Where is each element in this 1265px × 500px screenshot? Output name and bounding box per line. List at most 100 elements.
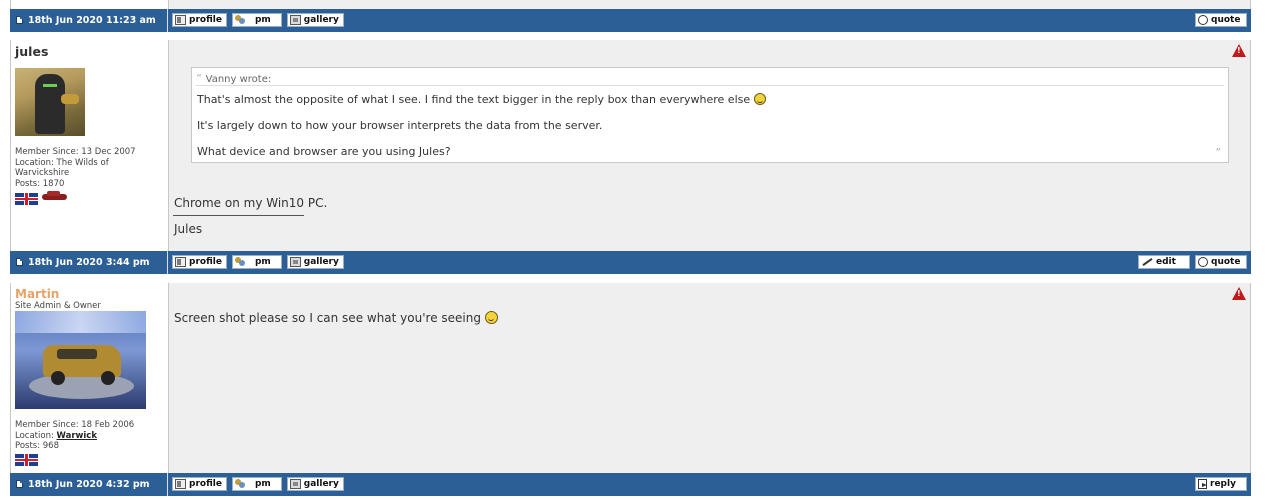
avatar (15, 311, 146, 409)
pm-button[interactable]: pm (231, 477, 282, 491)
quote-line: It's largely down to how your browser in… (197, 119, 603, 132)
post-date-text: 18th Jun 2020 4:32 pm (28, 479, 150, 490)
post-count: Posts: 1870 (15, 178, 65, 189)
previous-post-side (11, 0, 169, 9)
post-date: 18th Jun 2020 11:23 am (10, 9, 168, 32)
quote-button-label: quote (1211, 257, 1241, 267)
reply-icon (1198, 479, 1207, 489)
profile-button[interactable]: profile (172, 13, 227, 27)
pm-button[interactable]: pm (231, 13, 282, 27)
report-warning-icon[interactable] (1232, 287, 1246, 300)
signature-divider (173, 215, 304, 216)
post-link-icon[interactable] (16, 15, 23, 24)
smiley-icon (484, 311, 498, 324)
profile-button-label: profile (189, 479, 222, 489)
author-role: Site Admin & Owner (15, 301, 101, 311)
quote-button[interactable]: quote (1195, 13, 1247, 27)
edit-icon (1141, 257, 1153, 267)
post-link-icon[interactable] (16, 479, 23, 488)
signature: Jules (174, 222, 203, 236)
post-footer-bar: 18th Jun 2020 3:44 pm profile pm gallery… (10, 251, 1251, 274)
profile-button-label: profile (189, 257, 222, 267)
post-date: 18th Jun 2020 4:32 pm (10, 473, 168, 496)
post-text: Chrome on my Win10 PC. (174, 196, 328, 210)
pm-button[interactable]: pm (231, 255, 282, 269)
quote-icon (1198, 257, 1208, 267)
uk-flag-icon (15, 193, 38, 205)
reply-button[interactable]: reply (1195, 477, 1247, 491)
profile-button[interactable]: profile (172, 477, 227, 491)
gallery-button-label: gallery (303, 15, 339, 25)
gallery-button[interactable]: gallery (286, 255, 344, 269)
user-buttons: profile pm gallery (172, 13, 344, 27)
pm-button-label: pm (254, 479, 271, 489)
post-text: Screen shot please so I can see what you… (174, 311, 498, 325)
post-date: 18th Jun 2020 3:44 pm (10, 251, 168, 274)
post-date-text: 18th Jun 2020 11:23 am (28, 15, 156, 26)
smiley-icon (753, 93, 766, 105)
car-icon (42, 191, 67, 203)
quote-close-icon: ” (1215, 146, 1221, 159)
quote-button[interactable]: quote (1195, 255, 1247, 269)
post-count: Posts: 968 (15, 441, 60, 451)
profile-button[interactable]: profile (172, 255, 227, 269)
quote-header: “Vanny wrote: (196, 72, 1224, 86)
gallery-button[interactable]: gallery (286, 477, 344, 491)
author-name[interactable]: jules (15, 44, 48, 59)
uk-flag-icon (15, 454, 38, 466)
gallery-button[interactable]: gallery (286, 13, 344, 27)
pm-button-label: pm (254, 257, 271, 267)
profile-button-label: profile (189, 15, 222, 25)
pm-icon (234, 257, 246, 267)
member-since: Member Since: 18 Feb 2006 (15, 420, 135, 430)
author-panel: jules Member Since: 13 Dec 2007 Location… (11, 40, 169, 251)
post-link-icon[interactable] (16, 257, 23, 266)
quote-open-icon: “ (196, 72, 202, 85)
profile-icon (175, 15, 186, 25)
user-buttons: profile pm gallery (172, 255, 344, 269)
post-footer-bar: 18th Jun 2020 11:23 am profile pm galler… (10, 9, 1251, 32)
author-panel: Martin Site Admin & Owner Member Since: … (11, 283, 169, 473)
post-date-text: 18th Jun 2020 3:44 pm (28, 257, 150, 268)
post-actions: edit quote (1138, 255, 1247, 269)
gallery-icon (289, 15, 301, 25)
quote-line: That's almost the opposite of what I see… (197, 93, 766, 106)
reply-button-label: reply (1210, 479, 1236, 489)
author-meta: Member Since: 18 Feb 2006 Location: Warw… (15, 420, 155, 452)
forum-thread: 18th Jun 2020 11:23 am profile pm galler… (10, 0, 1251, 500)
member-since: Member Since: 13 Dec 2007 (15, 147, 136, 157)
location-link[interactable]: Warwick (57, 431, 97, 441)
quote-block: “Vanny wrote: That's almost the opposite… (191, 67, 1229, 163)
post-footer-bar: 18th Jun 2020 4:32 pm profile pm gallery… (10, 473, 1251, 496)
author-location: Location: Warwick (15, 430, 97, 441)
gallery-button-label: gallery (303, 479, 339, 489)
pm-icon (234, 15, 246, 25)
author-meta: Member Since: 13 Dec 2007 Location: The … (15, 147, 155, 189)
post-actions: reply (1195, 477, 1247, 491)
quote-author: Vanny wrote: (205, 74, 272, 85)
previous-post-tail (10, 0, 1251, 9)
quote-line: What device and browser are you using Ju… (197, 145, 451, 158)
user-buttons: profile pm gallery (172, 477, 344, 491)
post-body: Screen shot please so I can see what you… (169, 283, 1250, 473)
post-body: “Vanny wrote: That's almost the opposite… (169, 40, 1250, 251)
edit-button-label: edit (1156, 257, 1176, 267)
post-actions: quote (1195, 13, 1247, 27)
gallery-button-label: gallery (303, 257, 339, 267)
report-warning-icon[interactable] (1232, 44, 1246, 57)
post-jules: jules Member Since: 13 Dec 2007 Location… (10, 40, 1251, 251)
gallery-icon (289, 257, 301, 267)
profile-icon (175, 257, 186, 267)
edit-button[interactable]: edit (1138, 255, 1190, 269)
avatar (15, 68, 85, 136)
quote-icon (1198, 15, 1208, 25)
quote-button-label: quote (1211, 15, 1241, 25)
previous-post-main (169, 0, 1250, 9)
gallery-icon (289, 479, 301, 489)
author-location: Location: The Wilds of Warvickshire (15, 157, 109, 179)
profile-icon (175, 479, 186, 489)
pm-button-label: pm (254, 15, 271, 25)
post-martin: Martin Site Admin & Owner Member Since: … (10, 283, 1251, 473)
author-name[interactable]: Martin (15, 287, 59, 301)
pm-icon (234, 479, 246, 489)
